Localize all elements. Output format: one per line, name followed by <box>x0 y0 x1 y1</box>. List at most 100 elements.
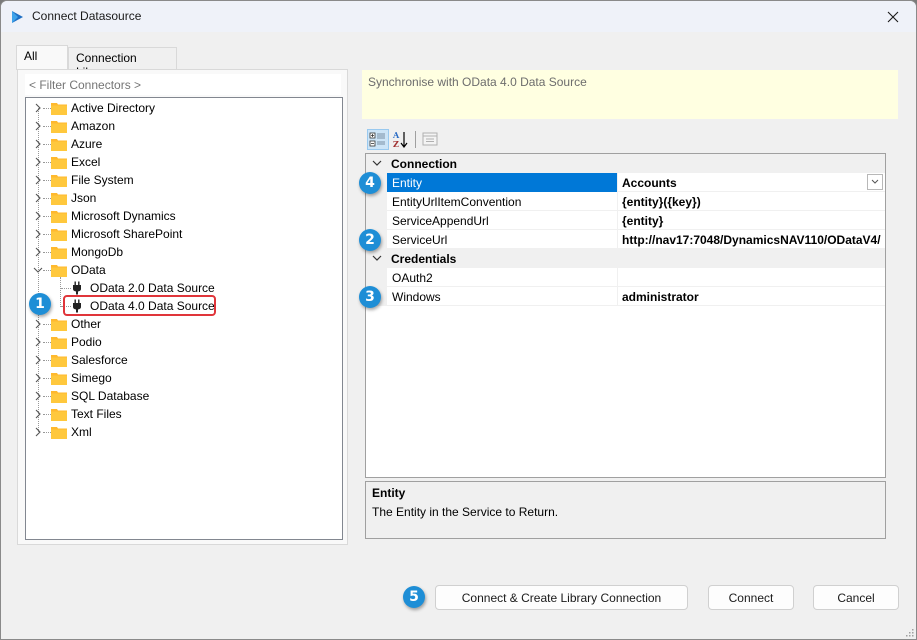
window-title: Connect Datasource <box>32 9 142 23</box>
connect-create-library-button[interactable]: Connect & Create Library Connection <box>435 585 688 610</box>
callout-badge-4: 4 <box>359 172 381 194</box>
resize-grip-icon[interactable] <box>904 627 914 637</box>
close-icon <box>887 11 899 22</box>
tree-folder-sql-database[interactable]: SQL Database <box>26 387 326 405</box>
property-grid: Connection Entity Accounts EntityUrlItem… <box>365 153 886 478</box>
chevron-down-icon <box>871 179 879 184</box>
tree-folder-amazon[interactable]: Amazon <box>26 117 326 135</box>
tree-connector-line <box>43 198 51 199</box>
tree-connector-line <box>43 378 51 379</box>
category-row-connection[interactable]: Connection <box>366 154 885 173</box>
tree-item-label: Text Files <box>71 407 122 421</box>
folder-icon <box>51 139 67 151</box>
chevron-down-icon <box>372 160 382 166</box>
tree-folder-azure[interactable]: Azure <box>26 135 326 153</box>
property-value-entity[interactable]: Accounts <box>619 173 885 192</box>
tree-connector-line <box>43 270 51 271</box>
folder-icon <box>51 337 67 349</box>
property-row-oauth2[interactable]: OAuth2 <box>366 268 885 287</box>
help-text: The Entity in the Service to Return. <box>372 505 559 519</box>
tree-folder-xml[interactable]: Xml <box>26 423 326 441</box>
tree-branch-line <box>60 277 61 307</box>
connect-button[interactable]: Connect <box>708 585 794 610</box>
tree-folder-active-directory[interactable]: Active Directory <box>26 99 326 117</box>
connectors-panel: Active Directory Amazon Azure Excel File Sys… <box>17 69 348 545</box>
plug-icon <box>73 281 81 295</box>
tree-item-label: Azure <box>71 137 103 151</box>
property-value[interactable]: {entity}({key}) <box>619 192 885 211</box>
property-row-windows[interactable]: Windows administrator <box>366 287 885 306</box>
tree-folder-microsoft-sharepoint[interactable]: Microsoft SharePoint <box>26 225 326 243</box>
tab-all[interactable]: All <box>16 45 68 70</box>
folder-icon <box>51 265 67 277</box>
tree-item-label: Salesforce <box>71 353 128 367</box>
folder-icon <box>51 229 67 241</box>
property-value[interactable]: http://nav17:7048/DynamicsNAV110/ODataV4… <box>619 230 885 249</box>
folder-icon <box>51 409 67 421</box>
tab-connection-library[interactable]: Connection Library <box>68 47 177 79</box>
tree-item-label: Podio <box>71 335 102 349</box>
categorized-view-button[interactable] <box>367 129 389 150</box>
tree-connector-line <box>43 432 51 433</box>
tree-connector-line <box>43 180 51 181</box>
tree-connector-line <box>43 234 51 235</box>
connect-datasource-dialog: Connect Datasource Connection Library Al… <box>0 0 917 640</box>
tree-item-label: Microsoft SharePoint <box>71 227 183 241</box>
close-button[interactable] <box>870 1 916 32</box>
property-value[interactable]: administrator <box>619 287 885 306</box>
category-label: Connection <box>391 157 457 171</box>
property-name: Windows <box>387 287 618 306</box>
filter-connectors-input[interactable] <box>25 74 341 95</box>
tree-connector-line <box>43 162 51 163</box>
tree-item-label: File System <box>71 173 134 187</box>
tree-folder-text-files[interactable]: Text Files <box>26 405 326 423</box>
folder-icon <box>51 193 67 205</box>
tree-item-label: OData 2.0 Data Source <box>90 281 215 295</box>
toolbar-separator <box>415 131 416 148</box>
property-row-serviceappendurl[interactable]: ServiceAppendUrl {entity} <box>366 211 885 230</box>
property-value[interactable]: {entity} <box>619 211 885 230</box>
property-value[interactable] <box>619 268 885 287</box>
property-row-serviceurl[interactable]: ServiceUrl http://nav17:7048/DynamicsNAV… <box>366 230 885 249</box>
tree-item-label: Simego <box>71 371 112 385</box>
tree-item-label: Amazon <box>71 119 116 133</box>
entity-dropdown-button[interactable] <box>867 174 883 190</box>
folder-icon <box>51 175 67 187</box>
folder-icon <box>51 157 67 169</box>
sort-az-icon: A Z <box>392 130 408 149</box>
tree-folder-mongodb[interactable]: MongoDb <box>26 243 326 261</box>
tree-item-label: Active Directory <box>71 101 156 115</box>
row-margin <box>366 211 387 230</box>
tree-folder-other[interactable]: Other <box>26 315 326 333</box>
property-row-entityurlitemconvention[interactable]: EntityUrlItemConvention {entity}({key}) <box>366 192 885 211</box>
tree-folder-microsoft-dynamics[interactable]: Microsoft Dynamics <box>26 207 326 225</box>
callout-badge-5: 5 <box>403 586 425 608</box>
tree-folder-simego[interactable]: Simego <box>26 369 326 387</box>
tree-folder-podio[interactable]: Podio <box>26 333 326 351</box>
property-row-entity[interactable]: Entity Accounts <box>366 173 885 192</box>
row-margin <box>366 268 387 287</box>
tree-folder-excel[interactable]: Excel <box>26 153 326 171</box>
tree-connector-line <box>43 396 51 397</box>
category-row-credentials[interactable]: Credentials <box>366 249 885 268</box>
title-bar: Connect Datasource <box>1 1 916 32</box>
tree-item-label: Json <box>71 191 97 205</box>
folder-icon <box>51 121 67 133</box>
connector-tree[interactable]: Active Directory Amazon Azure Excel File Sys… <box>25 97 343 540</box>
folder-icon <box>51 355 67 367</box>
property-pages-button[interactable] <box>420 129 442 150</box>
category-label: Credentials <box>391 252 457 266</box>
tree-folder-odata[interactable]: OData <box>26 261 326 279</box>
tab-label: All <box>24 49 38 63</box>
property-value-text: Accounts <box>622 176 677 190</box>
alphabetical-sort-button[interactable]: A Z <box>390 129 412 150</box>
property-name: OAuth2 <box>387 268 618 287</box>
cancel-button[interactable]: Cancel <box>813 585 899 610</box>
tree-folder-file-system[interactable]: File System <box>26 171 326 189</box>
connector-description: Synchronise with OData 4.0 Data Source <box>362 70 898 119</box>
tree-connector-line <box>43 324 51 325</box>
property-grid-toolbar: A Z <box>366 128 566 150</box>
tree-folder-json[interactable]: Json <box>26 189 326 207</box>
tree-connector-line <box>43 216 51 217</box>
tree-folder-salesforce[interactable]: Salesforce <box>26 351 326 369</box>
